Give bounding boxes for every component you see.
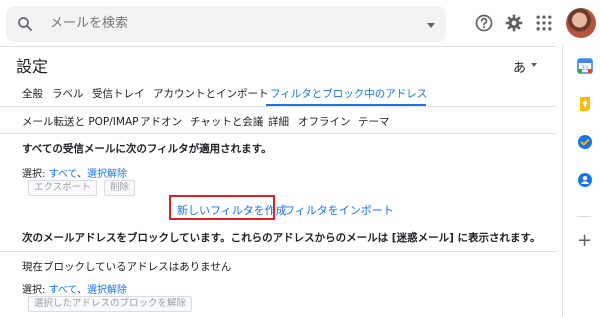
page-title: 設定: [16, 57, 49, 76]
search-options-caret-icon[interactable]: [427, 23, 435, 28]
unblock-selected-button[interactable]: 選択したアドレスのブロックを解除: [28, 296, 193, 312]
header-divider: [0, 46, 556, 47]
side-panel-divider: [577, 216, 591, 217]
select-none-link[interactable]: 選択解除: [87, 285, 127, 296]
tab-chat-meet[interactable]: チャットと会議: [190, 114, 263, 129]
select-separator: 、: [76, 169, 87, 180]
input-tools-caret-icon[interactable]: [531, 63, 537, 67]
svg-text:31: 31: [581, 65, 589, 72]
input-tools-button[interactable]: あ: [513, 57, 526, 76]
select-none-link[interactable]: 選択解除: [87, 169, 127, 180]
tab-row-divider: [0, 106, 556, 107]
export-button[interactable]: エクスポート: [28, 180, 97, 196]
keep-icon[interactable]: [577, 96, 593, 112]
tab-themes[interactable]: テーマ: [358, 114, 390, 129]
delete-button[interactable]: 削除: [104, 180, 136, 196]
no-blocked-addresses-text: 現在ブロックしているアドレスはありません: [22, 261, 232, 273]
select-label: 選択:: [22, 285, 49, 296]
tab-addons[interactable]: アドオン: [140, 114, 182, 129]
tab-advanced[interactable]: 詳細: [268, 114, 289, 129]
add-icon[interactable]: +: [577, 232, 592, 250]
help-icon[interactable]: [474, 13, 494, 33]
top-bar: [0, 0, 600, 46]
account-avatar[interactable]: [566, 8, 596, 38]
tasks-icon[interactable]: [577, 134, 593, 150]
create-new-filter-link[interactable]: 新しいフィルタを作成: [177, 202, 287, 218]
tab-forwarding-pop-imap[interactable]: メール転送と POP/IMAP: [22, 114, 138, 129]
calendar-icon[interactable]: 31: [577, 58, 593, 74]
tab-filters-blocked[interactable]: フィルタとブロック中のアドレス: [270, 86, 427, 101]
settings-gear-icon[interactable]: [504, 13, 524, 33]
new-filter-highlight[interactable]: 新しいフィルタを作成: [169, 195, 287, 220]
tab-inbox[interactable]: 受信トレイ: [92, 86, 145, 101]
blocked-select-row: 選択: すべて、選択解除: [22, 281, 127, 296]
tab-labels[interactable]: ラベル: [52, 86, 84, 101]
contacts-icon[interactable]: [577, 172, 593, 188]
blocked-heading: 次のメールアドレスをブロックしています。これらのアドレスからのメールは [迷惑メ…: [22, 232, 541, 244]
side-panel: 31 +: [562, 46, 600, 317]
tab-accounts-import[interactable]: アカウントとインポート: [153, 86, 269, 101]
search-input[interactable]: [50, 6, 390, 42]
blocked-divider: [0, 251, 556, 252]
select-all-link[interactable]: すべて: [49, 169, 77, 180]
search-bar[interactable]: [6, 6, 446, 42]
select-all-link[interactable]: すべて: [49, 285, 77, 296]
tab-offline[interactable]: オフライン: [298, 114, 351, 129]
select-separator: 、: [76, 285, 87, 296]
filters-heading: すべての受信メールに次のフィルタが適用されます。: [22, 143, 272, 155]
apps-grid-icon[interactable]: [534, 13, 554, 33]
tabs-bottom-divider: [0, 133, 556, 134]
import-filters-link[interactable]: フィルタをインポート: [284, 202, 394, 218]
select-label: 選択:: [22, 169, 49, 180]
search-icon[interactable]: [16, 15, 34, 33]
filters-select-row: 選択: すべて、選択解除: [22, 165, 127, 180]
tab-general[interactable]: 全般: [22, 86, 43, 101]
